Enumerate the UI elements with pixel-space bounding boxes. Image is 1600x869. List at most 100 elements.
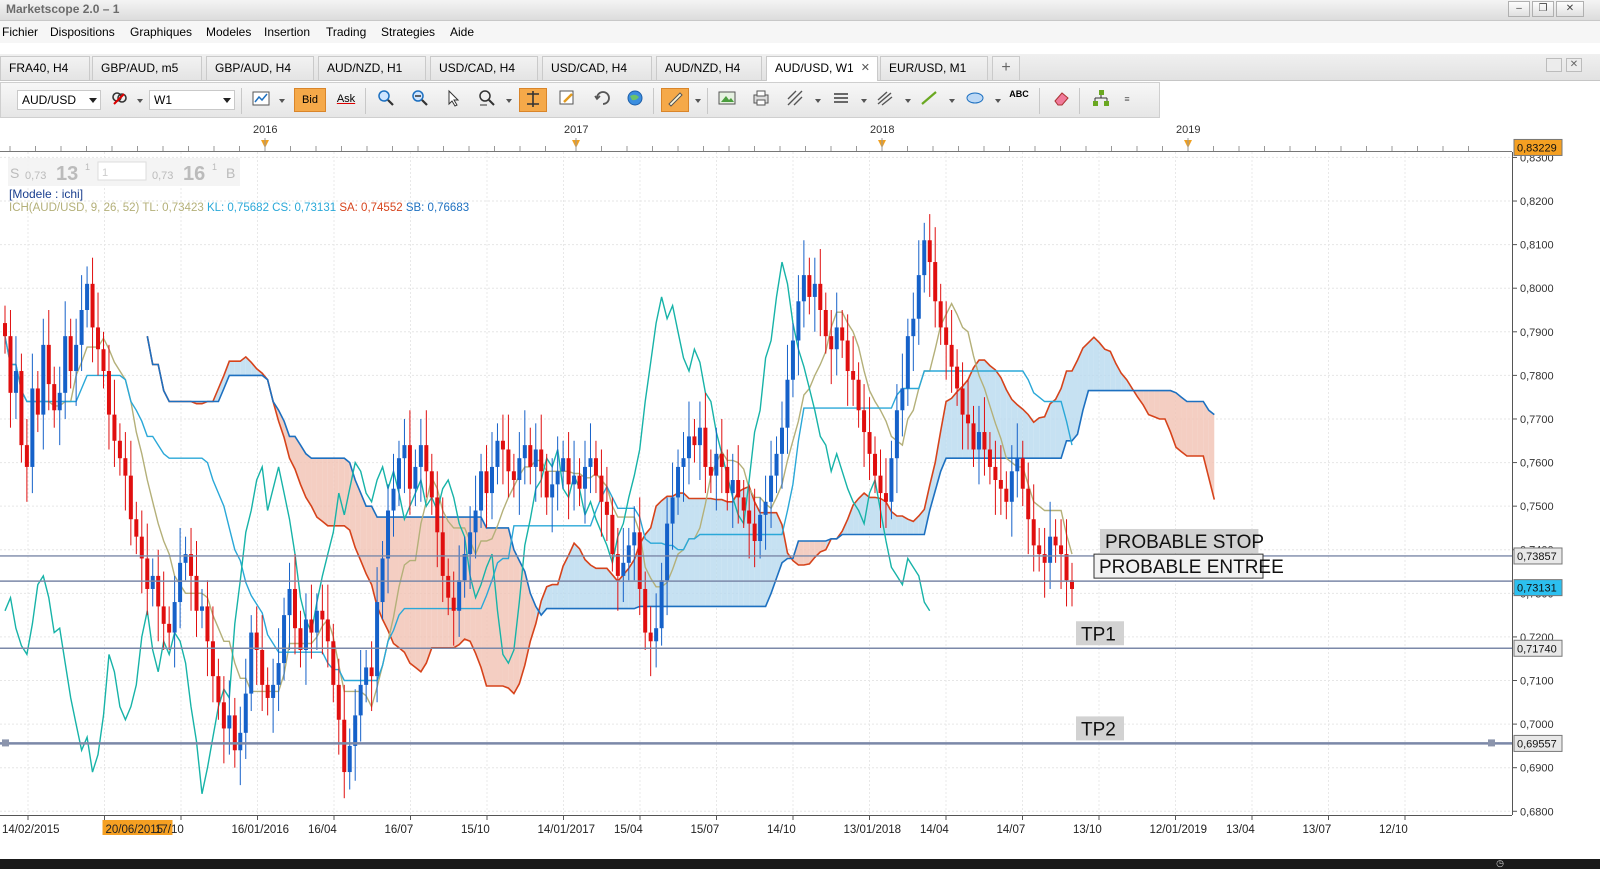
candle-body xyxy=(402,445,407,459)
print-icon[interactable] xyxy=(749,88,773,112)
candle-body xyxy=(539,449,544,472)
cloud-segment xyxy=(366,506,372,585)
zoom-in-icon[interactable] xyxy=(373,88,397,112)
tab-fra40-h4[interactable]: FRA40, H4 xyxy=(0,56,90,80)
add-tab-button[interactable]: + xyxy=(992,56,1020,80)
minimize-button[interactable]: – xyxy=(1508,1,1530,17)
time-tick-label: 16/07 xyxy=(385,824,414,836)
level-handle-icon xyxy=(2,739,9,747)
toolbar-more-icon[interactable]: ≡ xyxy=(1119,88,1135,112)
candle-body xyxy=(462,554,467,581)
price-badge-label: 0,73131 xyxy=(1517,583,1557,595)
cursor-icon[interactable] xyxy=(441,88,465,112)
candle-body xyxy=(741,497,746,511)
time-tick-label: 14/04 xyxy=(920,824,949,836)
close-chart-icon[interactable]: ✕ xyxy=(1566,58,1582,72)
cloud-segment xyxy=(1033,417,1040,459)
tab-audusd-w1[interactable]: AUD/USD, W1 ✕ xyxy=(766,56,878,81)
candle-body xyxy=(303,619,308,650)
close-tab-icon[interactable]: ✕ xyxy=(861,57,870,79)
candle-body xyxy=(610,514,615,555)
chart-type-icon[interactable] xyxy=(249,88,273,112)
candle-body xyxy=(451,597,456,611)
restore-chart-icon[interactable] xyxy=(1546,58,1562,72)
candle-body xyxy=(632,532,637,546)
menu-dispositions[interactable]: Dispositions xyxy=(50,25,115,39)
cloud-segment xyxy=(497,527,503,686)
time-tick-label: 13/04 xyxy=(1226,824,1255,836)
cloud-segment xyxy=(683,493,689,607)
globe-icon[interactable] xyxy=(623,88,647,112)
cloud-segment xyxy=(803,541,810,565)
ask-button[interactable]: Ask xyxy=(332,88,360,112)
crosshair-button[interactable] xyxy=(519,88,547,112)
year-label: 2019 xyxy=(1176,124,1200,136)
candle-body xyxy=(747,510,752,524)
candle-body xyxy=(1009,471,1014,502)
candle-body xyxy=(676,466,681,498)
cloud-segment xyxy=(585,559,591,609)
indicators-tree-icon[interactable] xyxy=(1089,88,1113,112)
ask-label: Ask xyxy=(336,93,356,105)
candle-body xyxy=(254,632,259,650)
candle-body xyxy=(1031,519,1036,546)
sell-price-frac: 1 xyxy=(85,162,90,172)
symbol-select[interactable]: AUD/USD xyxy=(17,90,101,110)
menu-aide[interactable]: Aide xyxy=(450,25,474,39)
price-tick-label: 0,7100 xyxy=(1520,676,1554,688)
ruler-button[interactable] xyxy=(661,88,689,112)
candle-body xyxy=(987,449,992,467)
candle-body xyxy=(178,562,183,603)
tab-usdcad-h4-2[interactable]: USD/CAD, H4 xyxy=(542,56,652,80)
menu-graphiques[interactable]: Graphiques xyxy=(130,25,192,39)
price-chart[interactable]: 2016 2017 2018 2019 PROBABLE STOP PROBABLE E… xyxy=(0,120,1600,856)
menu-insertion[interactable]: Insertion xyxy=(264,25,310,39)
fibonacci-icon[interactable] xyxy=(783,88,807,112)
candle-body xyxy=(260,650,265,685)
ellipse-icon[interactable] xyxy=(963,88,987,112)
status-bar: ◷ xyxy=(0,858,1600,869)
candle-body xyxy=(96,327,101,350)
trend-line-icon[interactable] xyxy=(917,88,941,112)
zoom-out-icon[interactable] xyxy=(407,88,431,112)
trend-channel-icon[interactable] xyxy=(873,88,897,112)
candle-body xyxy=(293,588,298,629)
menu-modeles[interactable]: Modeles xyxy=(206,25,251,39)
close-button[interactable]: ✕ xyxy=(1556,1,1584,17)
timeframe-select[interactable]: W1 xyxy=(149,90,235,110)
bid-button[interactable]: Bid xyxy=(294,88,326,112)
eraser-icon[interactable] xyxy=(1049,88,1073,112)
menu-fichier[interactable]: Fichier xyxy=(2,25,38,39)
tab-audnzd-h4[interactable]: AUD/NZD, H4 xyxy=(656,56,762,80)
data-window-icon[interactable] xyxy=(475,88,499,112)
maximize-button[interactable]: ❐ xyxy=(1532,1,1554,17)
time-tick-label: 13/10 xyxy=(1073,824,1102,836)
tab-gbpaud-m5[interactable]: GBP/AUD, m5 xyxy=(92,56,202,80)
menu-strategies[interactable]: Strategies xyxy=(381,25,435,39)
candle-body xyxy=(659,580,664,629)
horizontal-lines-icon[interactable] xyxy=(829,88,853,112)
refresh-icon[interactable] xyxy=(591,88,615,112)
cloud-segment xyxy=(896,515,903,535)
time-tick-label: 12/10 xyxy=(1379,824,1408,836)
tab-audnzd-h1[interactable]: AUD/NZD, H1 xyxy=(318,56,426,80)
candle-body xyxy=(161,606,166,624)
cloud-segment xyxy=(327,458,334,526)
screenshot-icon[interactable] xyxy=(715,88,739,112)
properties-icon[interactable] xyxy=(555,88,579,112)
text-annotation-button[interactable]: ABC xyxy=(1007,88,1031,112)
menu-trading[interactable]: Trading xyxy=(326,25,366,39)
candle-body xyxy=(375,602,380,677)
cloud-segment xyxy=(546,584,553,609)
window-title: Marketscope 2.0 – 1 xyxy=(6,2,120,16)
tab-gbpaud-h4[interactable]: GBP/AUD, H4 xyxy=(206,56,314,80)
cloud-segment xyxy=(552,584,558,609)
price-badge-label: 0,69557 xyxy=(1517,738,1557,750)
link-symbol-icon[interactable] xyxy=(107,88,131,112)
tab-eurusd-m1[interactable]: EUR/USD, M1 xyxy=(880,56,988,80)
legend-item: KL: 0,75682 xyxy=(207,202,272,214)
cloud-segment xyxy=(486,527,492,686)
tab-usdcad-h4-1[interactable]: USD/CAD, H4 xyxy=(430,56,538,80)
candle-body xyxy=(665,523,670,581)
candle-body xyxy=(139,536,144,559)
